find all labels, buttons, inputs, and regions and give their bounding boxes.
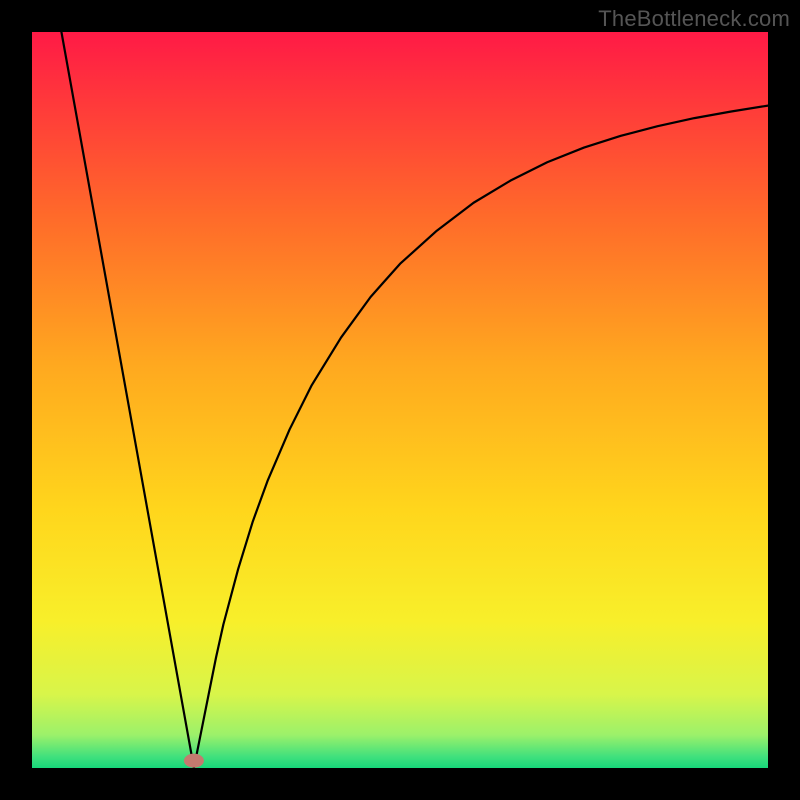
watermark-text: TheBottleneck.com xyxy=(598,6,790,32)
vertex-marker xyxy=(184,754,204,768)
chart-plot-area xyxy=(32,32,768,768)
chart-frame: TheBottleneck.com xyxy=(0,0,800,800)
chart-svg xyxy=(32,32,768,768)
chart-background xyxy=(32,32,768,768)
